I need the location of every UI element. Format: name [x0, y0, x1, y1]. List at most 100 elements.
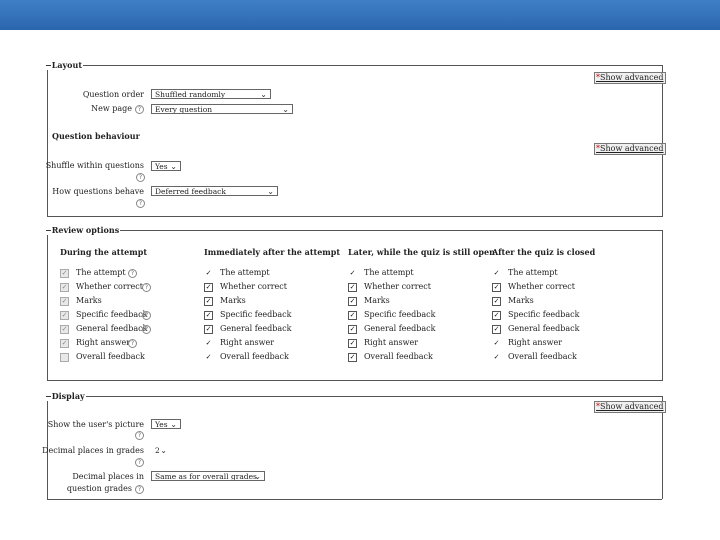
review-checkbox[interactable]: [60, 353, 69, 362]
show-advanced-link[interactable]: *Show advanced: [594, 143, 666, 155]
new-page-label: New page: [91, 104, 132, 113]
review-option-label: Whether correct: [76, 282, 143, 291]
review-option-label: Specific feedback: [364, 310, 436, 319]
review-option-label: General feedback: [76, 324, 148, 333]
review-checkbox[interactable]: ✓: [492, 339, 501, 348]
help-icon[interactable]: ?: [136, 199, 145, 208]
review-checkbox[interactable]: ✓: [492, 283, 501, 292]
column-heading: Later, while the quiz is still open: [348, 247, 495, 257]
review-option-label: Right answer: [364, 338, 419, 347]
fieldset-bottom-border: [47, 216, 662, 217]
review-option-label: Overall feedback: [508, 352, 577, 361]
review-checkbox[interactable]: ✓: [204, 325, 213, 334]
help-icon[interactable]: ?: [142, 283, 151, 292]
review-checkbox[interactable]: ✓: [348, 297, 357, 306]
layout-legend[interactable]: −Layout: [45, 60, 84, 70]
review-option-label: Whether correct: [508, 282, 575, 291]
show-advanced-link[interactable]: *Show advanced: [594, 401, 666, 413]
review-checkbox[interactable]: ✓: [492, 311, 501, 320]
new-page-select[interactable]: Every question ⌄: [151, 104, 293, 114]
display-legend[interactable]: −Display: [45, 391, 86, 401]
review-checkbox[interactable]: ✓: [60, 339, 69, 348]
question-order-select[interactable]: Shuffled randomly ⌄: [151, 89, 271, 99]
help-icon[interactable]: ?: [135, 458, 144, 467]
review-checkbox[interactable]: ✓: [204, 297, 213, 306]
question-order-label: Question order: [82, 90, 144, 99]
column-heading: Immediately after the attempt: [204, 247, 341, 257]
review-checkbox[interactable]: ✓: [60, 297, 69, 306]
fieldset-left-border: [47, 65, 48, 217]
review-checkbox[interactable]: ✓: [348, 311, 357, 320]
review-checkbox[interactable]: ✓: [492, 297, 501, 306]
chevron-down-icon: ⌄: [160, 446, 167, 455]
decimal-question-select[interactable]: Same as for overall grades ⌄: [151, 471, 265, 481]
review-checkbox[interactable]: ✓: [492, 353, 501, 362]
review-checkbox[interactable]: ✓: [492, 325, 501, 334]
column-heading: After the quiz is closed: [492, 247, 596, 257]
question-behaviour-heading: Question behaviour: [52, 131, 140, 141]
behave-label: How questions behave: [52, 187, 144, 196]
review-checkbox[interactable]: ✓: [348, 353, 357, 362]
review-option-label: General feedback: [508, 324, 580, 333]
help-icon[interactable]: ?: [135, 105, 144, 114]
behave-select[interactable]: Deferred feedback ⌄: [151, 186, 278, 196]
help-icon[interactable]: ?: [135, 431, 144, 440]
top-banner: [0, 0, 720, 30]
review-option-label: Whether correct: [364, 282, 431, 291]
review-checkbox[interactable]: ✓: [60, 325, 69, 334]
help-icon[interactable]: ?: [142, 325, 151, 334]
review-options-legend[interactable]: −Review options: [45, 225, 121, 235]
review-option-label: Overall feedback: [220, 352, 289, 361]
review-option-label: Right answer: [508, 338, 563, 347]
help-icon[interactable]: ?: [135, 485, 144, 494]
review-checkbox[interactable]: ✓: [348, 339, 357, 348]
review-option-label: Overall feedback: [76, 352, 145, 361]
review-option-label: General feedback: [220, 324, 292, 333]
layout-fieldset-border: [47, 65, 662, 66]
fieldset-right-border: [662, 230, 663, 381]
help-icon[interactable]: ?: [128, 339, 137, 348]
user-picture-label: Show the user's picture: [47, 420, 144, 429]
review-fieldset-border: [47, 230, 662, 231]
help-icon[interactable]: ?: [142, 311, 151, 320]
review-checkbox[interactable]: ✓: [204, 353, 213, 362]
chevron-down-icon: ⌄: [254, 472, 261, 481]
review-option-label: Whether correct: [220, 282, 287, 291]
review-checkbox[interactable]: ✓: [60, 311, 69, 320]
review-option-label: Marks: [508, 296, 534, 305]
review-checkbox[interactable]: ✓: [204, 269, 213, 278]
review-option-label: Marks: [76, 296, 102, 305]
review-option-label: The attempt: [76, 268, 126, 277]
decimal-question-label-2: question grades: [66, 484, 132, 493]
review-checkbox[interactable]: ✓: [204, 283, 213, 292]
review-checkbox[interactable]: ✓: [60, 283, 69, 292]
help-icon[interactable]: ?: [128, 269, 137, 278]
review-option-label: Specific feedback: [76, 310, 148, 319]
review-option-label: Right answer: [76, 338, 131, 347]
review-checkbox[interactable]: ✓: [348, 283, 357, 292]
show-advanced-link[interactable]: *Show advanced: [594, 72, 666, 84]
chevron-down-icon: ⌄: [267, 187, 274, 196]
review-checkbox[interactable]: ✓: [60, 269, 69, 278]
review-checkbox[interactable]: ✓: [204, 311, 213, 320]
review-option-label: Specific feedback: [220, 310, 292, 319]
fieldset-bottom-border: [47, 380, 662, 381]
chevron-down-icon: ⌄: [282, 105, 289, 114]
review-option-label: Specific feedback: [508, 310, 580, 319]
decimal-places-label: Decimal places in grades: [42, 446, 144, 455]
review-checkbox[interactable]: ✓: [492, 269, 501, 278]
column-heading: During the attempt: [60, 247, 148, 257]
review-checkbox[interactable]: ✓: [348, 325, 357, 334]
review-option-label: The attempt: [220, 268, 270, 277]
review-option-label: Overall feedback: [364, 352, 433, 361]
fieldset-bottom-border: [47, 499, 662, 500]
user-picture-select[interactable]: Yes ⌄: [151, 419, 181, 429]
help-icon[interactable]: ?: [136, 173, 145, 182]
review-option-label: Marks: [364, 296, 390, 305]
decimal-places-select[interactable]: 2 ⌄: [151, 445, 171, 455]
review-checkbox[interactable]: ✓: [348, 269, 357, 278]
shuffle-select[interactable]: Yes ⌄: [151, 161, 181, 171]
review-option-label: The attempt: [508, 268, 558, 277]
fieldset-left-border: [47, 230, 48, 381]
review-checkbox[interactable]: ✓: [204, 339, 213, 348]
